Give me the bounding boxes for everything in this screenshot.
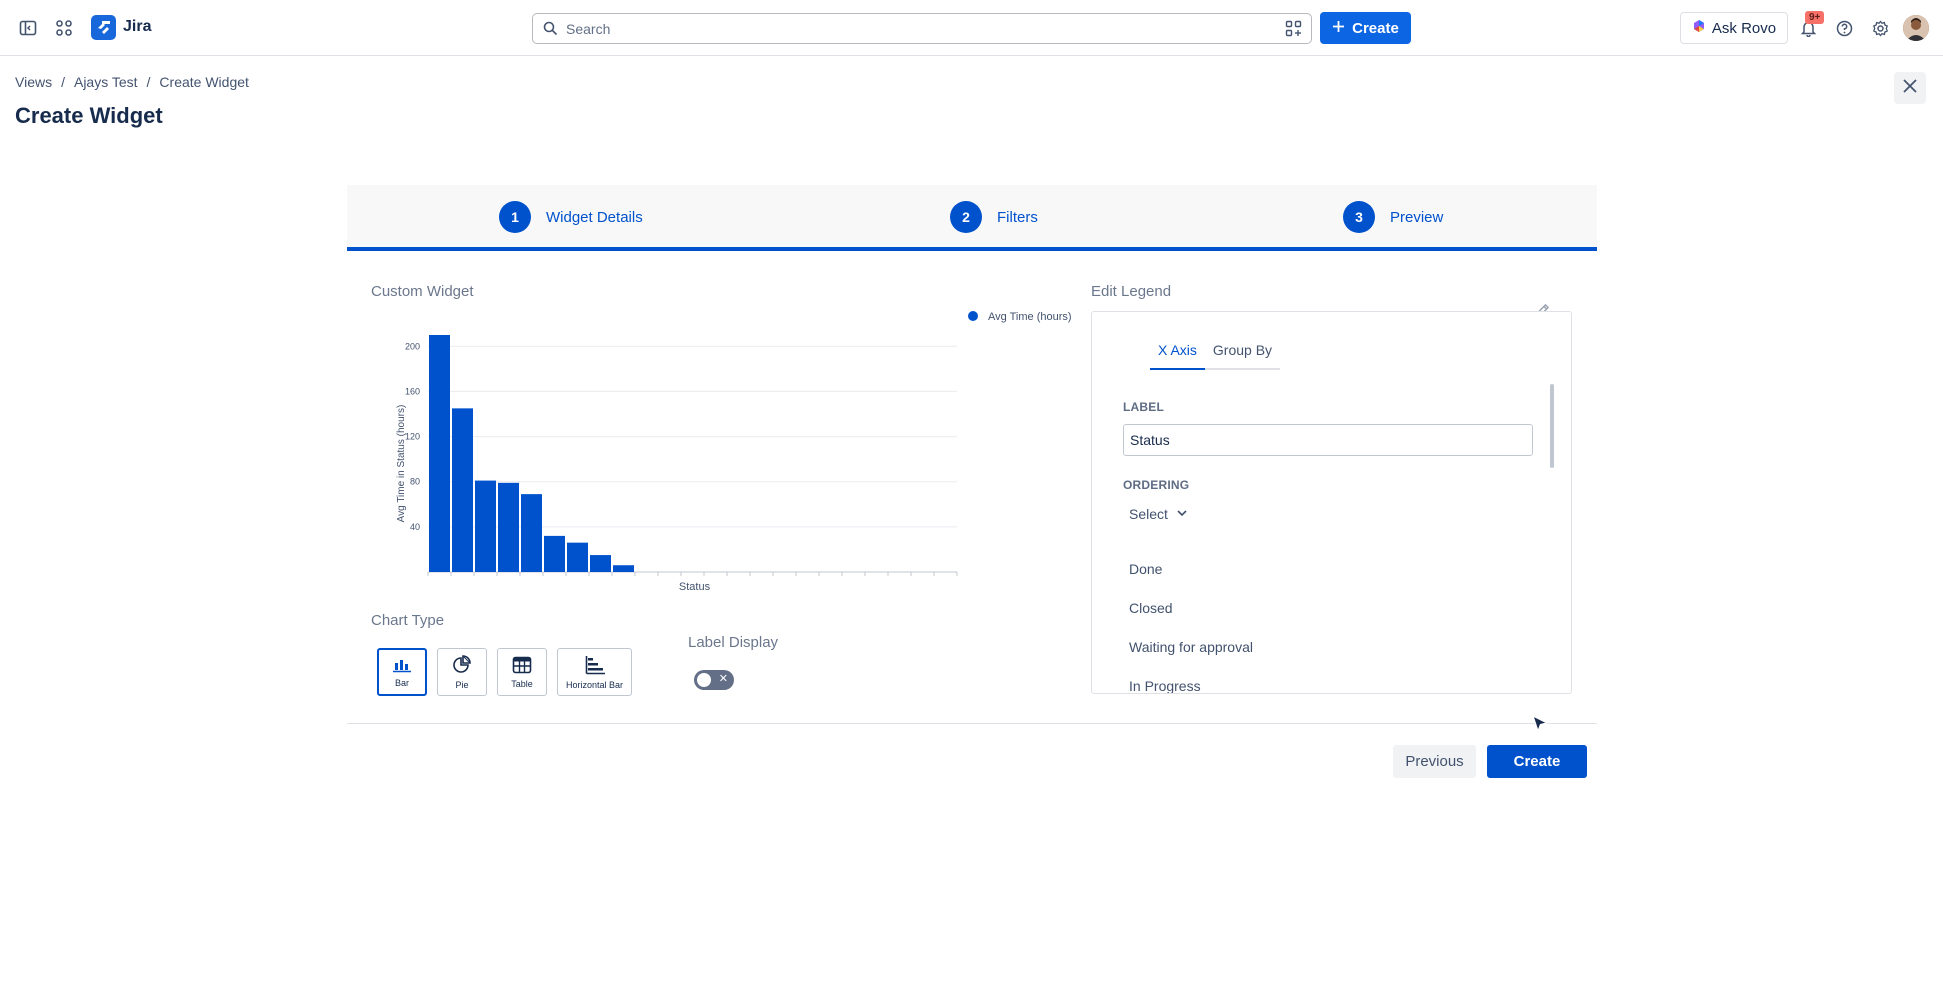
ordering-select-value: Select bbox=[1129, 506, 1168, 522]
plus-icon bbox=[1332, 20, 1345, 37]
close-icon bbox=[1902, 78, 1918, 99]
search-filter-icon[interactable] bbox=[1285, 20, 1302, 42]
breadcrumb-views[interactable]: Views bbox=[15, 74, 52, 90]
step-number: 2 bbox=[950, 201, 982, 233]
ordering-item[interactable]: Closed bbox=[1129, 600, 1173, 616]
label-input[interactable]: Status bbox=[1123, 424, 1533, 456]
y-tick-label: 200 bbox=[405, 341, 420, 351]
step-number: 1 bbox=[499, 201, 531, 233]
step-label: Widget Details bbox=[546, 208, 643, 226]
ordering-field-label: ORDERING bbox=[1123, 478, 1190, 492]
ask-rovo-button[interactable]: Ask Rovo bbox=[1680, 12, 1788, 44]
chart-type-label: Pie bbox=[455, 679, 469, 690]
toggle-off-icon: ✕ bbox=[718, 673, 728, 685]
pie-chart-icon bbox=[452, 654, 472, 677]
y-tick-label: 160 bbox=[405, 386, 420, 396]
chart-type-label: Chart Type bbox=[371, 612, 445, 629]
user-avatar[interactable] bbox=[1903, 15, 1929, 41]
edit-legend-title: Edit Legend bbox=[1091, 283, 1172, 300]
legend-editor-panel: X Axis Group By LABEL Status ORDERING Se… bbox=[1091, 311, 1572, 694]
create-label: Create bbox=[1352, 19, 1399, 37]
ordering-item[interactable]: Done bbox=[1129, 561, 1162, 577]
panel-scrollbar[interactable] bbox=[1550, 384, 1554, 468]
search-placeholder: Search bbox=[566, 21, 611, 37]
chart-type-pie-button[interactable]: Pie bbox=[437, 648, 487, 696]
create-button-top[interactable]: Create bbox=[1320, 12, 1411, 44]
breadcrumb: Views / Ajays Test / Create Widget bbox=[15, 74, 249, 90]
y-tick-label: 40 bbox=[410, 522, 420, 532]
ordering-item[interactable]: Waiting for approval bbox=[1129, 639, 1253, 655]
bar bbox=[475, 480, 496, 572]
step-number: 3 bbox=[1343, 201, 1375, 233]
legend-tabs: X Axis Group By bbox=[1150, 342, 1281, 370]
bar bbox=[498, 482, 519, 572]
y-tick-label: 80 bbox=[410, 477, 420, 487]
step-widget-details[interactable]: 1 Widget Details bbox=[499, 201, 643, 233]
sidebar-toggle-icon[interactable] bbox=[16, 16, 40, 40]
create-button[interactable]: Create bbox=[1487, 745, 1587, 778]
mouse-cursor-icon bbox=[1530, 714, 1550, 741]
step-filters[interactable]: 2 Filters bbox=[950, 201, 1038, 233]
search-input[interactable]: Search bbox=[532, 13, 1312, 44]
page-title: Create Widget bbox=[15, 103, 163, 128]
chart-type-label: Horizontal Bar bbox=[565, 679, 624, 690]
ordering-item[interactable]: In Progress bbox=[1129, 678, 1201, 693]
horizontal-bar-icon bbox=[584, 655, 606, 677]
widget-title: Custom Widget bbox=[371, 283, 474, 300]
step-preview[interactable]: 3 Preview bbox=[1343, 201, 1443, 233]
previous-button[interactable]: Previous bbox=[1393, 745, 1476, 778]
settings-gear-icon[interactable] bbox=[1868, 16, 1892, 40]
chart-type-table-button[interactable]: Table bbox=[497, 648, 547, 696]
toggle-knob bbox=[697, 673, 711, 687]
footer-divider bbox=[347, 723, 1597, 724]
y-tick-label: 120 bbox=[405, 432, 420, 442]
bar bbox=[567, 542, 588, 572]
label-display-label: Label Display bbox=[688, 634, 779, 651]
breadcrumb-separator: / bbox=[146, 74, 151, 90]
bar bbox=[544, 535, 565, 572]
app-switcher-icon[interactable] bbox=[52, 16, 76, 40]
table-icon bbox=[512, 656, 532, 676]
notification-badge: 9+ bbox=[1805, 11, 1825, 24]
jira-logo-icon[interactable] bbox=[91, 15, 116, 40]
legend-marker bbox=[968, 311, 978, 321]
ordering-select[interactable]: Select bbox=[1129, 506, 1188, 522]
bar bbox=[452, 408, 473, 572]
chart-type-label: Bar bbox=[394, 677, 409, 688]
x-axis-label: Status bbox=[679, 581, 711, 593]
help-icon[interactable] bbox=[1832, 16, 1856, 40]
y-axis-label: Avg Time in Status (hours) bbox=[396, 405, 407, 523]
tab-group-by[interactable]: Group By bbox=[1205, 342, 1280, 368]
app-name[interactable]: Jira bbox=[123, 18, 151, 36]
top-navigation-bar: Jira Search Create Ask Rovo 9+ bbox=[0, 0, 1943, 56]
bar-chart-icon bbox=[392, 657, 412, 675]
wizard-stepper: 1 Widget Details 2 Filters 3 Preview bbox=[347, 185, 1597, 251]
close-button[interactable] bbox=[1894, 72, 1926, 104]
label-display-toggle[interactable]: ✕ bbox=[694, 670, 734, 690]
legend-label: Avg Time (hours) bbox=[988, 311, 1072, 323]
chevron-down-icon bbox=[1176, 506, 1188, 522]
bar bbox=[521, 494, 542, 572]
bar-chart: 40 80 120 160 200 Status Avg Time in Status (h… bbox=[396, 311, 1072, 593]
rovo-icon bbox=[1692, 19, 1706, 37]
chart-type-horizontal-bar-button[interactable]: Horizontal Bar bbox=[557, 648, 632, 696]
bar bbox=[613, 565, 634, 572]
step-label: Preview bbox=[1390, 208, 1444, 226]
search-icon bbox=[543, 21, 558, 41]
breadcrumb-separator: / bbox=[61, 74, 65, 90]
breadcrumb-create-widget[interactable]: Create Widget bbox=[159, 74, 248, 90]
step-label: Filters bbox=[997, 208, 1038, 226]
breadcrumb-ajays-test[interactable]: Ajays Test bbox=[74, 74, 138, 90]
ask-rovo-label: Ask Rovo bbox=[1711, 19, 1777, 37]
chart-type-bar-button[interactable]: Bar bbox=[377, 648, 427, 696]
bar bbox=[590, 555, 611, 572]
tab-x-axis[interactable]: X Axis bbox=[1150, 342, 1205, 370]
label-field-label: LABEL bbox=[1123, 400, 1164, 414]
chart-type-label: Table bbox=[511, 678, 533, 689]
bar bbox=[429, 335, 450, 572]
